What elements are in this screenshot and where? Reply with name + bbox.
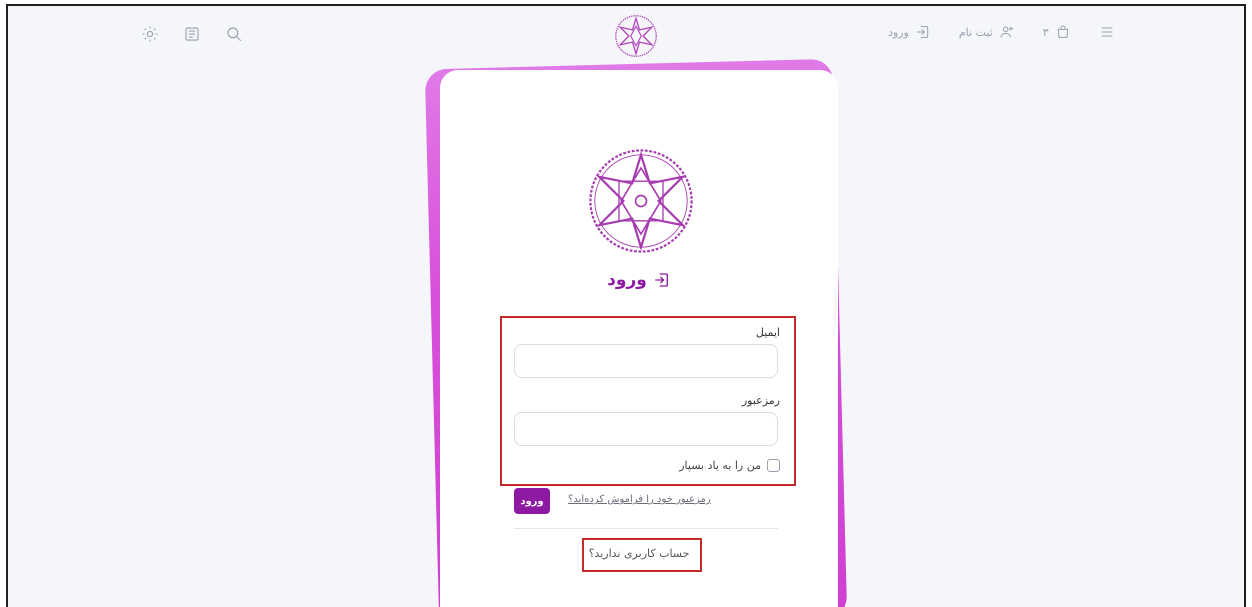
add-user-icon: [1000, 26, 1013, 38]
site-logo[interactable]: [614, 14, 658, 58]
login-heading: ورود: [440, 270, 838, 290]
hamburger-menu-icon[interactable]: [1099, 24, 1115, 40]
nav-login[interactable]: ورود: [888, 24, 931, 40]
email-label: ایمیل: [755, 326, 780, 339]
shopping-bag-icon: [1057, 25, 1068, 38]
top-navbar: ورود ثبت نام ۳: [8, 6, 1244, 68]
sun-icon[interactable]: [140, 24, 160, 44]
cart-count: ۳: [1042, 25, 1049, 39]
remember-me[interactable]: من را به یاد بسپار: [679, 459, 780, 472]
header-tools: [140, 24, 244, 44]
divider: [514, 528, 778, 529]
remember-label: من را به یاد بسپار: [679, 459, 761, 472]
login-card: ورود ایمیل رمزعبور من را به یاد بسپار ور…: [440, 70, 838, 607]
login-heading-text: ورود: [607, 270, 647, 290]
header-nav: ورود ثبت نام ۳: [888, 24, 1115, 40]
book-icon[interactable]: [182, 24, 202, 44]
nav-signup[interactable]: ثبت نام: [959, 24, 1015, 40]
search-icon[interactable]: [224, 24, 244, 44]
email-field[interactable]: [514, 344, 778, 378]
browser-viewport: ورود ثبت نام ۳ ورود ایمیل رمزعبور من را …: [6, 4, 1246, 607]
login-icon: [916, 26, 929, 38]
nav-login-label: ورود: [888, 25, 909, 39]
nav-cart[interactable]: ۳: [1043, 24, 1071, 40]
password-field[interactable]: [514, 412, 778, 446]
forgot-password-link[interactable]: رمزعبور خود را فراموش کرده‌اید؟: [568, 494, 711, 505]
password-label: رمزعبور: [741, 394, 780, 407]
signup-link[interactable]: حساب کاربری ندارید؟: [440, 547, 838, 560]
remember-checkbox[interactable]: [767, 459, 780, 472]
login-button[interactable]: ورود: [514, 488, 550, 514]
nav-signup-label: ثبت نام: [958, 25, 993, 39]
login-icon: [655, 273, 668, 287]
brand-logo: [589, 149, 693, 253]
